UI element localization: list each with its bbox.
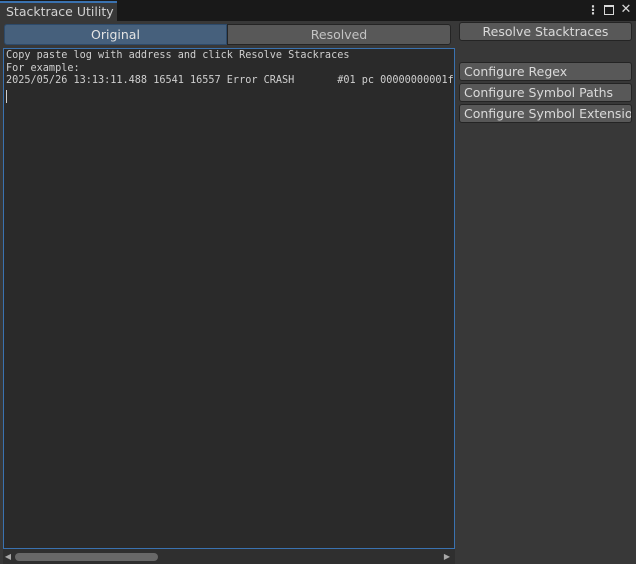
- scroll-right-arrow-icon[interactable]: ▶: [443, 552, 451, 561]
- configure-symbol-extensions-button[interactable]: Configure Symbol Extensions: [459, 104, 632, 123]
- close-icon[interactable]: ✕: [619, 2, 633, 18]
- configure-regex-button[interactable]: Configure Regex: [459, 62, 632, 81]
- log-text-area[interactable]: Copy paste log with address and click Re…: [3, 48, 455, 549]
- maximize-icon[interactable]: [602, 2, 616, 18]
- log-line: Copy paste log with address and click Re…: [6, 50, 350, 61]
- actions-panel: Resolve Stacktraces Configure Regex Conf…: [455, 21, 636, 564]
- resolve-stacktraces-button[interactable]: Resolve Stacktraces: [459, 22, 632, 41]
- window-tab[interactable]: Stacktrace Utility: [0, 1, 117, 21]
- scroll-left-arrow-icon[interactable]: ◀: [4, 552, 12, 561]
- tab-original-label: Original: [91, 27, 140, 42]
- log-text: Copy paste log with address and click Re…: [6, 50, 455, 88]
- window-title: Stacktrace Utility: [6, 4, 114, 19]
- tab-resolved-label: Resolved: [310, 27, 368, 42]
- text-caret: [6, 90, 7, 103]
- log-line: 2025/05/26 13:13:11.488 16541 16557 Erro…: [6, 75, 455, 86]
- tab-resolved[interactable]: Resolved: [227, 24, 451, 45]
- horizontal-scrollbar[interactable]: ◀ ▶: [3, 549, 455, 564]
- log-line: For example:: [6, 62, 80, 74]
- scrollbar-thumb[interactable]: [15, 553, 158, 561]
- window-tabstrip: Stacktrace Utility ⋮ ✕: [0, 0, 636, 21]
- tab-original[interactable]: Original: [4, 24, 227, 45]
- configure-symbol-paths-button[interactable]: Configure Symbol Paths: [459, 83, 632, 102]
- kebab-menu-icon[interactable]: ⋮: [586, 2, 600, 18]
